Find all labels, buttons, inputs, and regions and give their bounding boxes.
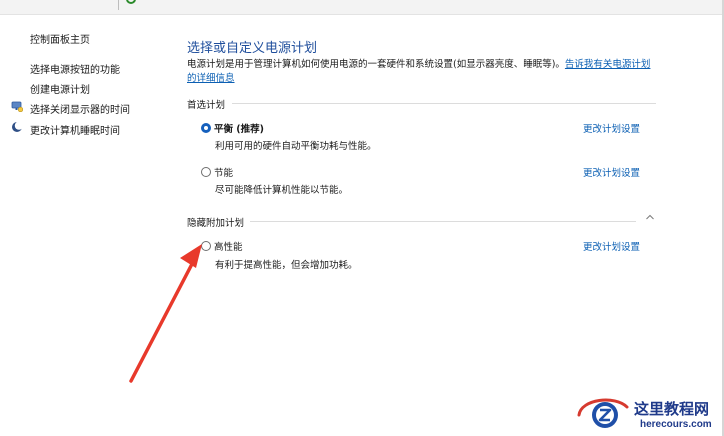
page-title: 选择或自定义电源计划 [187,41,318,56]
preferred-plans-heading: 首选计划 [187,100,226,111]
high-performance-plan-radio[interactable] [201,241,211,251]
sidebar-item-power-buttons[interactable]: 选择电源按钮的功能 [30,61,120,76]
tab-divider [118,0,119,10]
sidebar-item-create-plan[interactable]: 创建电源计划 [30,81,90,96]
sidebar-item-sleep-time[interactable]: 更改计算机睡眠时间 [30,122,120,137]
chevron-up-icon[interactable] [645,213,655,221]
high-performance-plan-name[interactable]: 高性能 [214,239,243,253]
power-saver-plan-radio[interactable] [201,167,211,177]
balanced-plan-radio[interactable] [201,123,211,133]
tab-refresh-icon[interactable] [126,0,136,4]
high-performance-plan-description: 有利于提高性能，但会增加功耗。 [215,260,358,271]
section-divider [232,103,656,104]
hidden-plans-heading[interactable]: 隐藏附加计划 [187,215,244,229]
balanced-plan-name[interactable]: 平衡 (推荐) [214,121,264,135]
section-divider [250,221,636,222]
power-saver-plan-name[interactable]: 节能 [214,165,233,179]
balanced-plan-description: 利用可用的硬件自动平衡功耗与性能。 [215,141,377,152]
moon-sleep-icon [12,121,23,132]
sidebar-item-control-panel-home[interactable]: 控制面板主页 [30,31,90,46]
power-saver-plan-description: 尽可能降低计算机性能以节能。 [215,185,349,196]
power-saver-change-settings-link[interactable]: 更改计划设置 [583,165,640,179]
watermark-title: 这里教程网 [634,400,710,418]
intro-text: 电源计划是用于管理计算机如何使用电源的一套硬件和系统设置(如显示器亮度、睡眠等)… [187,59,565,70]
intro-paragraph: 电源计划是用于管理计算机如何使用电源的一套硬件和系统设置(如显示器亮度、睡眠等)… [187,58,657,86]
display-power-icon [11,101,23,112]
watermark-logo-icon [577,398,629,428]
watermark-url: herecours.com [640,419,712,430]
high-performance-change-settings-link[interactable]: 更改计划设置 [583,239,640,253]
sidebar-item-display-off-time[interactable]: 选择关闭显示器的时间 [30,101,130,116]
balanced-change-settings-link[interactable]: 更改计划设置 [583,121,640,135]
window-top-strip [0,0,724,15]
